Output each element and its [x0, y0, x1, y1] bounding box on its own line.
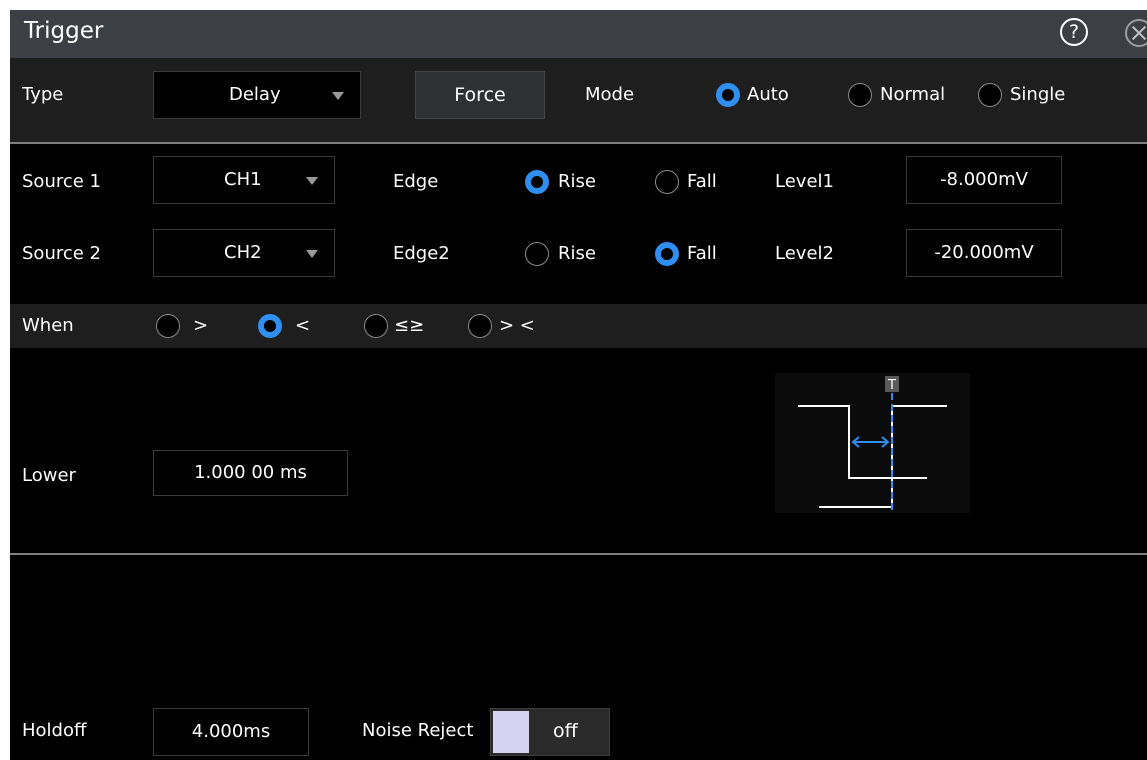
- divider: [10, 142, 1147, 144]
- edge-rise-label[interactable]: Rise: [558, 171, 596, 192]
- trigger-marker-label: T: [887, 378, 896, 393]
- level1-label: Level1: [775, 171, 834, 192]
- edge2-rise-radio[interactable]: [525, 242, 549, 266]
- when-greater-label[interactable]: >: [193, 315, 208, 336]
- edge-rise-radio[interactable]: [525, 170, 549, 194]
- holdoff-input[interactable]: 4.000ms: [153, 708, 309, 756]
- type-dropdown[interactable]: Delay: [153, 71, 361, 119]
- when-outside-radio[interactable]: [364, 314, 388, 338]
- holdoff-label: Holdoff: [22, 720, 87, 741]
- mode-normal-label[interactable]: Normal: [880, 84, 945, 105]
- level2-label: Level2: [775, 243, 834, 264]
- when-inside-radio[interactable]: [468, 314, 492, 338]
- when-label: When: [22, 315, 74, 336]
- when-less-label[interactable]: <: [295, 315, 310, 336]
- trigger-dialog: Trigger ? Type Delay Force Mode Auto Nor…: [10, 10, 1147, 760]
- edge-fall-radio[interactable]: [655, 170, 679, 194]
- noise-reject-toggle[interactable]: off: [490, 708, 610, 756]
- when-greater-radio[interactable]: [156, 314, 180, 338]
- mode-label: Mode: [585, 84, 635, 105]
- edge2-rise-label[interactable]: Rise: [558, 243, 596, 264]
- edge2-fall-label[interactable]: Fall: [687, 243, 717, 264]
- noise-reject-label: Noise Reject: [362, 720, 474, 741]
- edge-fall-label[interactable]: Fall: [687, 171, 717, 192]
- chevron-down-icon: [306, 250, 318, 258]
- delay-trigger-diagram: T: [775, 373, 970, 513]
- mode-single-radio[interactable]: [978, 83, 1002, 107]
- chevron-down-icon: [306, 177, 318, 185]
- lower-input[interactable]: 1.000 00 ms: [153, 450, 348, 496]
- edge-label: Edge: [393, 171, 439, 192]
- level1-input[interactable]: -8.000mV: [906, 156, 1062, 204]
- source2-dropdown-value: CH2: [224, 242, 262, 263]
- mode-normal-radio[interactable]: [848, 83, 872, 107]
- type-label: Type: [22, 84, 64, 105]
- help-icon[interactable]: ?: [1060, 18, 1088, 46]
- when-less-radio[interactable]: [258, 314, 282, 338]
- mode-auto-radio[interactable]: [716, 83, 740, 107]
- type-dropdown-value: Delay: [229, 84, 281, 105]
- source1-dropdown-value: CH1: [224, 169, 262, 190]
- lower-label: Lower: [22, 465, 76, 486]
- mode-auto-label[interactable]: Auto: [747, 84, 789, 105]
- toggle-knob: [493, 711, 529, 753]
- chevron-down-icon: [332, 92, 344, 100]
- source2-dropdown[interactable]: CH2: [153, 229, 335, 277]
- force-button[interactable]: Force: [415, 71, 545, 119]
- edge2-fall-radio[interactable]: [655, 242, 679, 266]
- mode-single-label[interactable]: Single: [1010, 84, 1065, 105]
- source2-waveform: [819, 405, 947, 508]
- edge2-label: Edge2: [393, 243, 450, 264]
- dialog-title: Trigger: [24, 18, 104, 44]
- title-bar: Trigger ?: [10, 10, 1147, 58]
- close-icon[interactable]: [1125, 19, 1147, 47]
- source2-label: Source 2: [22, 243, 101, 264]
- waveform-diagram: T: [798, 376, 947, 513]
- noise-reject-state: off: [553, 720, 578, 742]
- when-row: [10, 304, 1147, 348]
- divider: [10, 553, 1147, 555]
- when-inside-label[interactable]: > <: [499, 315, 535, 336]
- when-outside-label[interactable]: ≤≥: [394, 315, 424, 336]
- source1-dropdown[interactable]: CH1: [153, 156, 335, 204]
- level2-input[interactable]: -20.000mV: [906, 229, 1062, 277]
- source1-label: Source 1: [22, 171, 101, 192]
